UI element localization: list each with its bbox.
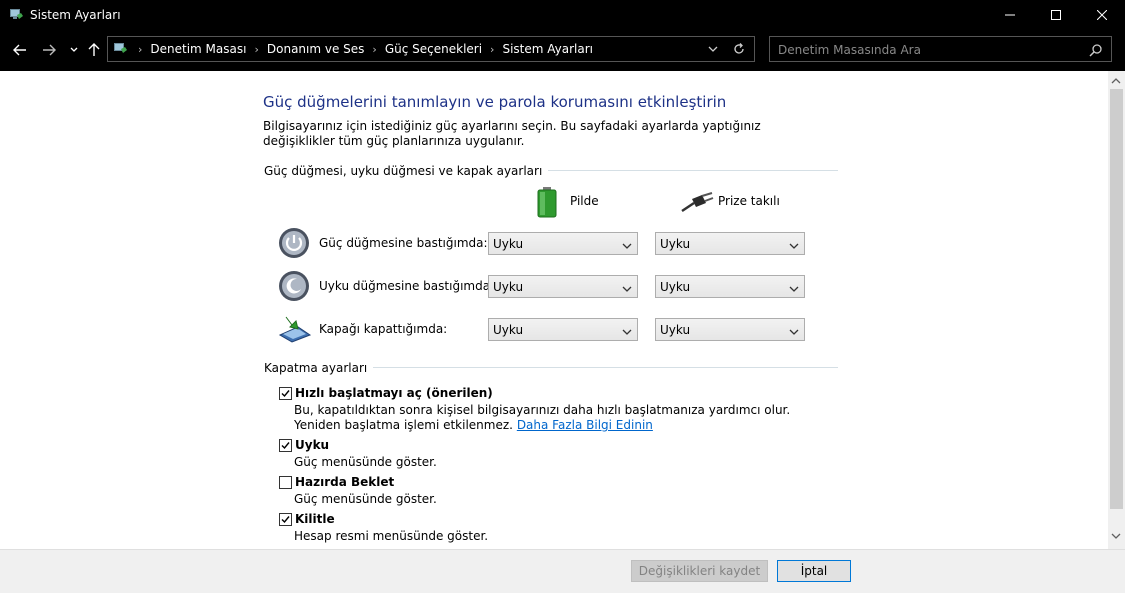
control-panel-icon xyxy=(112,41,128,60)
power-group-label: Güç düğmesi, uyku düğmesi ve kapak ayarl… xyxy=(264,164,549,178)
breadcrumb-item[interactable]: Güç Seçenekleri xyxy=(381,42,486,56)
scroll-down-icon[interactable] xyxy=(1111,529,1121,543)
chevron-down-icon xyxy=(622,325,632,339)
fast-startup-checkbox[interactable] xyxy=(279,387,292,400)
breadcrumb-separator-icon: › xyxy=(138,42,143,56)
shutdown-group-label: Kapatma ayarları xyxy=(264,361,374,375)
back-button[interactable] xyxy=(10,40,30,60)
sleep-checkbox[interactable] xyxy=(279,439,292,452)
window-title: Sistem Ayarları xyxy=(30,8,121,22)
laptop-lid-icon xyxy=(278,313,312,345)
sleep-button-battery-select[interactable]: Uyku xyxy=(488,275,638,298)
up-button[interactable] xyxy=(84,40,104,60)
cancel-button[interactable]: İptal xyxy=(777,560,851,582)
page-title: Güç düğmelerini tanımlayın ve parola kor… xyxy=(263,93,727,111)
sleep-description: Güç menüsünde göster. xyxy=(294,455,437,469)
lid-close-plugged-select[interactable]: Uyku xyxy=(655,318,805,341)
content-area: Güç düğmelerini tanımlayın ve parola kor… xyxy=(0,71,1108,549)
maximize-button[interactable] xyxy=(1033,0,1079,30)
power-button-battery-select[interactable]: Uyku xyxy=(488,232,638,255)
battery-icon xyxy=(537,186,557,221)
breadcrumb-item[interactable]: Sistem Ayarları xyxy=(498,42,597,56)
close-button[interactable] xyxy=(1079,0,1125,30)
fast-startup-description: Bu, kapatıldıktan sonra kişisel bilgisay… xyxy=(294,403,834,433)
search-box[interactable]: Denetim Masasında Ara xyxy=(769,36,1112,62)
title-bar: Sistem Ayarları xyxy=(0,0,1125,30)
power-options-app-icon xyxy=(8,7,24,23)
navigation-bar: › Denetim Masası › Donanım ve Ses › Güç … xyxy=(0,30,1125,71)
chevron-down-icon xyxy=(622,282,632,296)
scrollbar-thumb[interactable] xyxy=(1110,89,1123,509)
forward-button[interactable] xyxy=(39,40,59,60)
lock-title[interactable]: Kilitle xyxy=(295,512,335,526)
vertical-scrollbar[interactable] xyxy=(1108,71,1125,549)
minimize-button[interactable] xyxy=(987,0,1033,30)
lid-close-battery-select[interactable]: Uyku xyxy=(488,318,638,341)
page-description: Bilgisayarınız için istediğiniz güç ayar… xyxy=(263,119,761,148)
lock-checkbox[interactable] xyxy=(279,513,292,526)
breadcrumb-separator-icon[interactable]: › xyxy=(486,43,498,56)
address-history-chevron-icon[interactable] xyxy=(708,42,718,59)
chevron-down-icon xyxy=(789,239,799,253)
address-bar[interactable]: › Denetim Masası › Donanım ve Ses › Güç … xyxy=(107,36,755,62)
select-value: Uyku xyxy=(660,280,691,294)
select-value: Uyku xyxy=(493,323,524,337)
breadcrumb-separator-icon[interactable]: › xyxy=(368,43,380,56)
power-plug-icon xyxy=(680,191,714,216)
lock-description: Hesap resmi menüsünde göster. xyxy=(294,529,489,543)
save-changes-button[interactable]: Değişiklikleri kaydet xyxy=(631,560,768,582)
power-button-icon xyxy=(278,227,310,259)
scroll-up-icon[interactable] xyxy=(1111,74,1121,88)
power-button-label: Güç düğmesine bastığımda: xyxy=(319,236,488,250)
learn-more-link[interactable]: Daha Fazla Bilgi Edinin xyxy=(517,418,653,432)
chevron-down-icon xyxy=(789,282,799,296)
select-value: Uyku xyxy=(493,280,524,294)
search-input[interactable]: Denetim Masasında Ara xyxy=(778,43,921,57)
breadcrumb-item[interactable]: Denetim Masası xyxy=(146,42,250,56)
sleep-button-plugged-select[interactable]: Uyku xyxy=(655,275,805,298)
recent-locations-chevron-icon[interactable] xyxy=(64,40,84,60)
sleep-title[interactable]: Uyku xyxy=(295,438,329,452)
lid-close-label: Kapağı kapattığımda: xyxy=(319,322,448,336)
battery-column-header: Pilde xyxy=(570,194,599,208)
hibernate-checkbox[interactable] xyxy=(279,476,292,489)
sleep-button-label: Uyku düğmesine bastığımda: xyxy=(319,279,495,293)
plugged-in-column-header: Prize takılı xyxy=(718,194,780,208)
refresh-icon[interactable] xyxy=(732,42,746,59)
breadcrumb-item[interactable]: Donanım ve Ses xyxy=(263,42,369,56)
sleep-button-icon xyxy=(278,270,310,302)
search-icon[interactable] xyxy=(1089,43,1103,60)
power-button-plugged-select[interactable]: Uyku xyxy=(655,232,805,255)
select-value: Uyku xyxy=(493,237,524,251)
footer-bar: Değişiklikleri kaydet İptal xyxy=(0,549,1125,593)
breadcrumb: › Denetim Masası › Donanım ve Ses › Güç … xyxy=(134,42,597,56)
hibernate-description: Güç menüsünde göster. xyxy=(294,492,437,506)
hibernate-title[interactable]: Hazırda Beklet xyxy=(295,475,394,489)
select-value: Uyku xyxy=(660,323,691,337)
chevron-down-icon xyxy=(622,239,632,253)
breadcrumb-separator-icon[interactable]: › xyxy=(250,43,262,56)
fast-startup-title[interactable]: Hızlı başlatmayı aç (önerilen) xyxy=(295,386,493,400)
select-value: Uyku xyxy=(660,237,691,251)
chevron-down-icon xyxy=(789,325,799,339)
